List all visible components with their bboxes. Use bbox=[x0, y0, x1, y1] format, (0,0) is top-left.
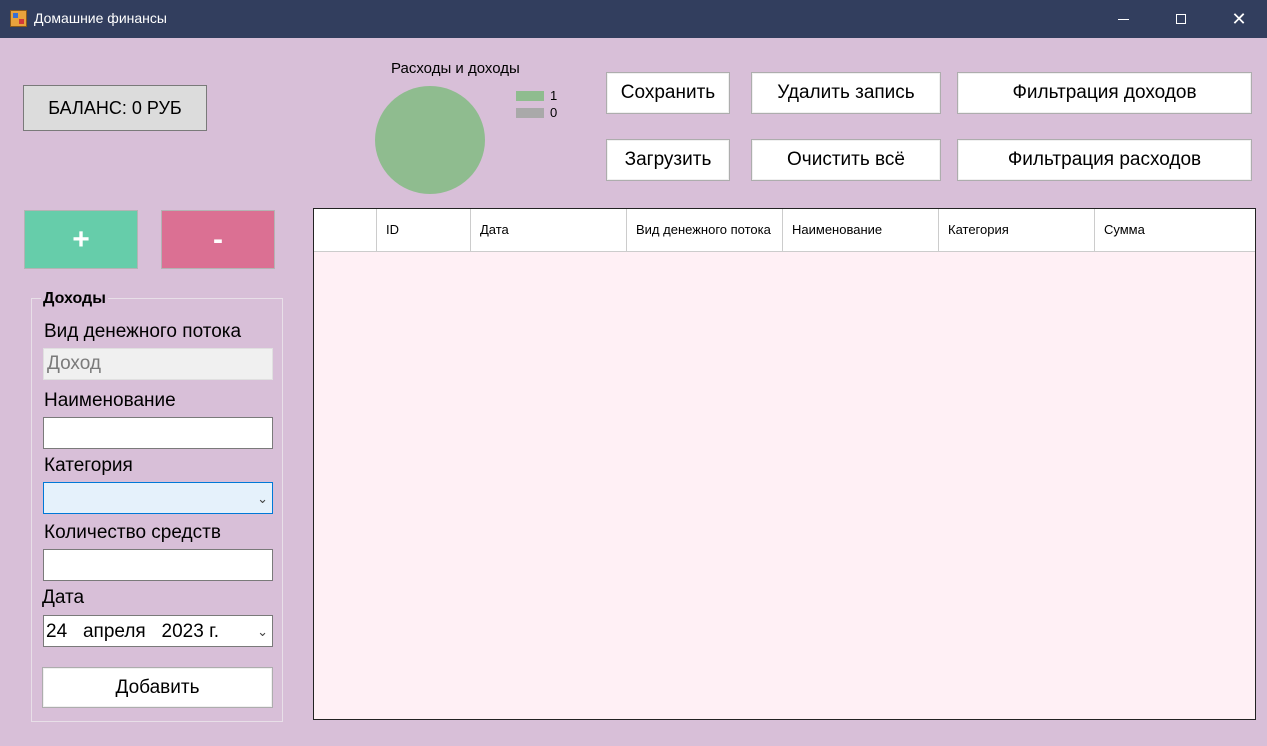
name-label: Наименование bbox=[44, 390, 176, 411]
legend-item: 0 bbox=[516, 105, 557, 120]
chevron-down-icon: ⌄ bbox=[257, 624, 268, 639]
column-header-name[interactable]: Наименование bbox=[783, 209, 939, 251]
pie-slice bbox=[375, 86, 485, 194]
add-button[interactable]: Добавить bbox=[42, 667, 273, 708]
column-header-sum[interactable]: Сумма bbox=[1095, 209, 1255, 251]
filter-expenses-button[interactable]: Фильтрация расходов bbox=[957, 139, 1252, 181]
save-button[interactable]: Сохранить bbox=[606, 72, 730, 114]
income-mode-button[interactable]: + bbox=[24, 210, 138, 269]
delete-record-button[interactable]: Удалить запись bbox=[751, 72, 941, 114]
app-icon bbox=[10, 10, 27, 27]
flow-type-field bbox=[43, 348, 273, 380]
chevron-down-icon: ⌄ bbox=[257, 491, 268, 506]
load-button[interactable]: Загрузить bbox=[606, 139, 730, 181]
minimize-icon bbox=[1117, 18, 1129, 20]
amount-label: Количество средств bbox=[44, 522, 221, 543]
group-title: Доходы bbox=[41, 290, 108, 308]
column-header-flow-type[interactable]: Вид денежного потока bbox=[627, 209, 783, 251]
name-input[interactable] bbox=[43, 417, 273, 449]
legend-swatch bbox=[516, 90, 544, 101]
legend-label: 1 bbox=[550, 88, 558, 103]
minimize-button[interactable] bbox=[1094, 0, 1152, 38]
legend-swatch bbox=[516, 107, 544, 118]
table-header: ID Дата Вид денежного потока Наименовани… bbox=[314, 209, 1255, 252]
balance-label: БАЛАНС: 0 РУБ bbox=[23, 85, 207, 131]
date-value: 24 апреля 2023 г. bbox=[46, 621, 219, 642]
maximize-button[interactable] bbox=[1152, 0, 1210, 38]
maximize-icon bbox=[1176, 14, 1186, 24]
amount-input[interactable] bbox=[43, 549, 273, 581]
column-header-date[interactable]: Дата bbox=[471, 209, 627, 251]
flow-type-label: Вид денежного потока bbox=[44, 321, 242, 342]
window-title: Домашние финансы bbox=[34, 10, 167, 26]
pie-chart bbox=[375, 86, 485, 194]
close-icon: ✕ bbox=[1231, 9, 1247, 29]
date-label: Дата bbox=[42, 587, 85, 608]
close-button[interactable]: ✕ bbox=[1210, 0, 1267, 38]
records-table[interactable]: ID Дата Вид денежного потока Наименовани… bbox=[313, 208, 1256, 720]
legend-item: 1 bbox=[516, 88, 557, 103]
row-header-corner[interactable] bbox=[314, 209, 377, 251]
legend-label: 0 bbox=[550, 105, 558, 120]
column-header-category[interactable]: Категория bbox=[939, 209, 1095, 251]
column-header-id[interactable]: ID bbox=[377, 209, 471, 251]
title-bar: Домашние финансы ✕ bbox=[0, 0, 1267, 38]
date-picker[interactable]: 24 апреля 2023 г. ⌄ bbox=[43, 615, 273, 647]
clear-all-button[interactable]: Очистить всё bbox=[751, 139, 941, 181]
filter-income-button[interactable]: Фильтрация доходов bbox=[957, 72, 1252, 114]
expense-mode-button[interactable]: - bbox=[161, 210, 275, 269]
chart-title: Расходы и доходы bbox=[391, 60, 520, 77]
category-select[interactable]: ⌄ bbox=[43, 482, 273, 514]
category-label: Категория bbox=[44, 455, 133, 476]
